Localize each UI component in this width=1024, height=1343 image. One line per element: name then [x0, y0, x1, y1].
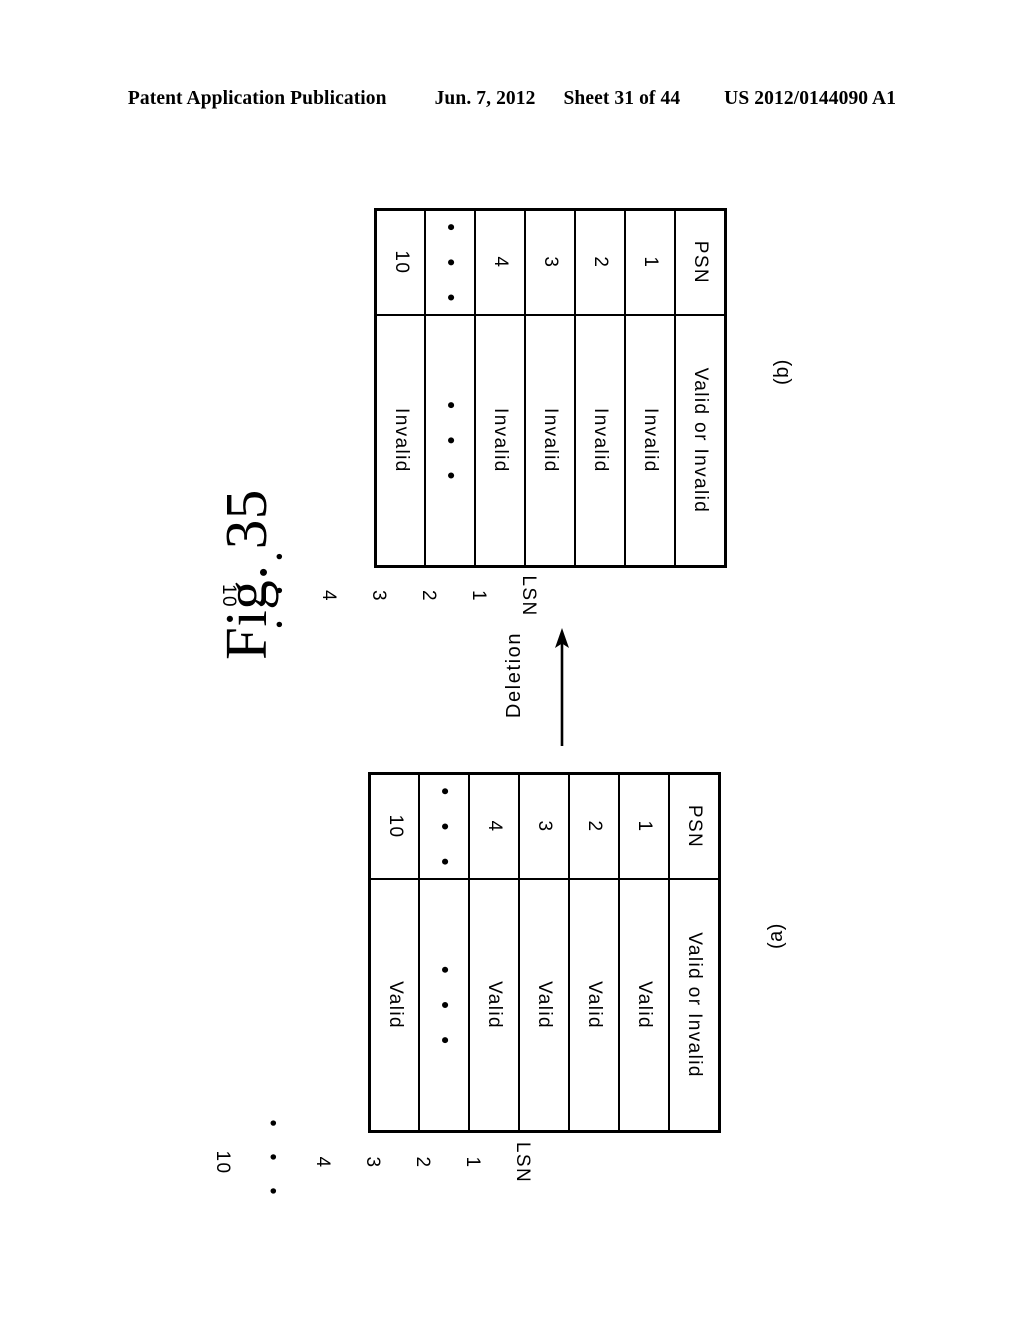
- cell-psn: 3: [519, 773, 570, 880]
- cell-psn: 3: [525, 209, 576, 315]
- sublabel-a: (a): [765, 923, 787, 949]
- publication-date: Jun. 7, 2012: [434, 88, 536, 109]
- lsn-value: 1: [462, 1156, 483, 1169]
- cell-status: Invalid: [575, 314, 626, 567]
- table-header-row: PSN Valid or Invalid: [669, 773, 720, 1132]
- cell-psn: 2: [575, 209, 626, 315]
- cell-psn: 4: [469, 773, 520, 880]
- lsn-strip-before: LSN 1 2 3 4 • • • 10: [212, 982, 547, 1343]
- arrow-up-icon: [550, 628, 574, 751]
- cell-psn: 1: [625, 209, 676, 315]
- table-row: 2 Invalid: [575, 209, 626, 567]
- lsn-value: 3: [368, 590, 389, 602]
- lsn-header: LSN: [512, 1141, 533, 1184]
- column-header-status: Valid or Invalid: [669, 879, 720, 1132]
- cell-status: Valid: [619, 879, 670, 1132]
- column-header-psn: PSN: [669, 773, 720, 880]
- lsn-value: 2: [418, 590, 439, 602]
- lsn-value: • • •: [262, 1119, 283, 1206]
- deletion-label: Deletion: [503, 631, 525, 719]
- lsn-value: 3: [362, 1156, 383, 1169]
- lsn-value: 1: [468, 590, 489, 602]
- table-row: 2 Valid: [569, 773, 620, 1132]
- lsn-value: 10: [212, 1150, 233, 1175]
- cell-psn: 4: [475, 209, 526, 315]
- publication-label: Patent Application Publication: [127, 88, 387, 109]
- cell-psn: 1: [619, 773, 670, 880]
- cell-psn: • • •: [425, 209, 476, 315]
- lsn-value: 2: [412, 1156, 433, 1169]
- cell-psn: • • •: [419, 773, 470, 880]
- cell-psn: 2: [569, 773, 620, 880]
- cell-psn: 10: [375, 209, 426, 315]
- column-header-status: Valid or Invalid: [675, 314, 726, 567]
- patent-header: Patent Application Publication Jun. 7, 2…: [0, 88, 1024, 110]
- column-header-psn: PSN: [675, 209, 726, 315]
- sublabel-b: (b): [771, 359, 793, 385]
- table-row: 1 Valid: [619, 773, 670, 1132]
- lsn-value: 4: [318, 590, 339, 602]
- table-header-row: PSN Valid or Invalid: [675, 209, 726, 567]
- lsn-value: 4: [312, 1156, 333, 1169]
- cell-psn: 10: [369, 773, 420, 880]
- patent-number: US 2012/0144090 A1: [724, 88, 897, 109]
- lsn-value: • • •: [268, 553, 289, 639]
- lsn-value: 10: [218, 584, 239, 608]
- sheet-number: Sheet 31 of 44: [563, 88, 681, 109]
- cell-status: Invalid: [625, 314, 676, 567]
- table-row: 1 Invalid: [625, 209, 676, 567]
- cell-status: Valid: [569, 879, 620, 1132]
